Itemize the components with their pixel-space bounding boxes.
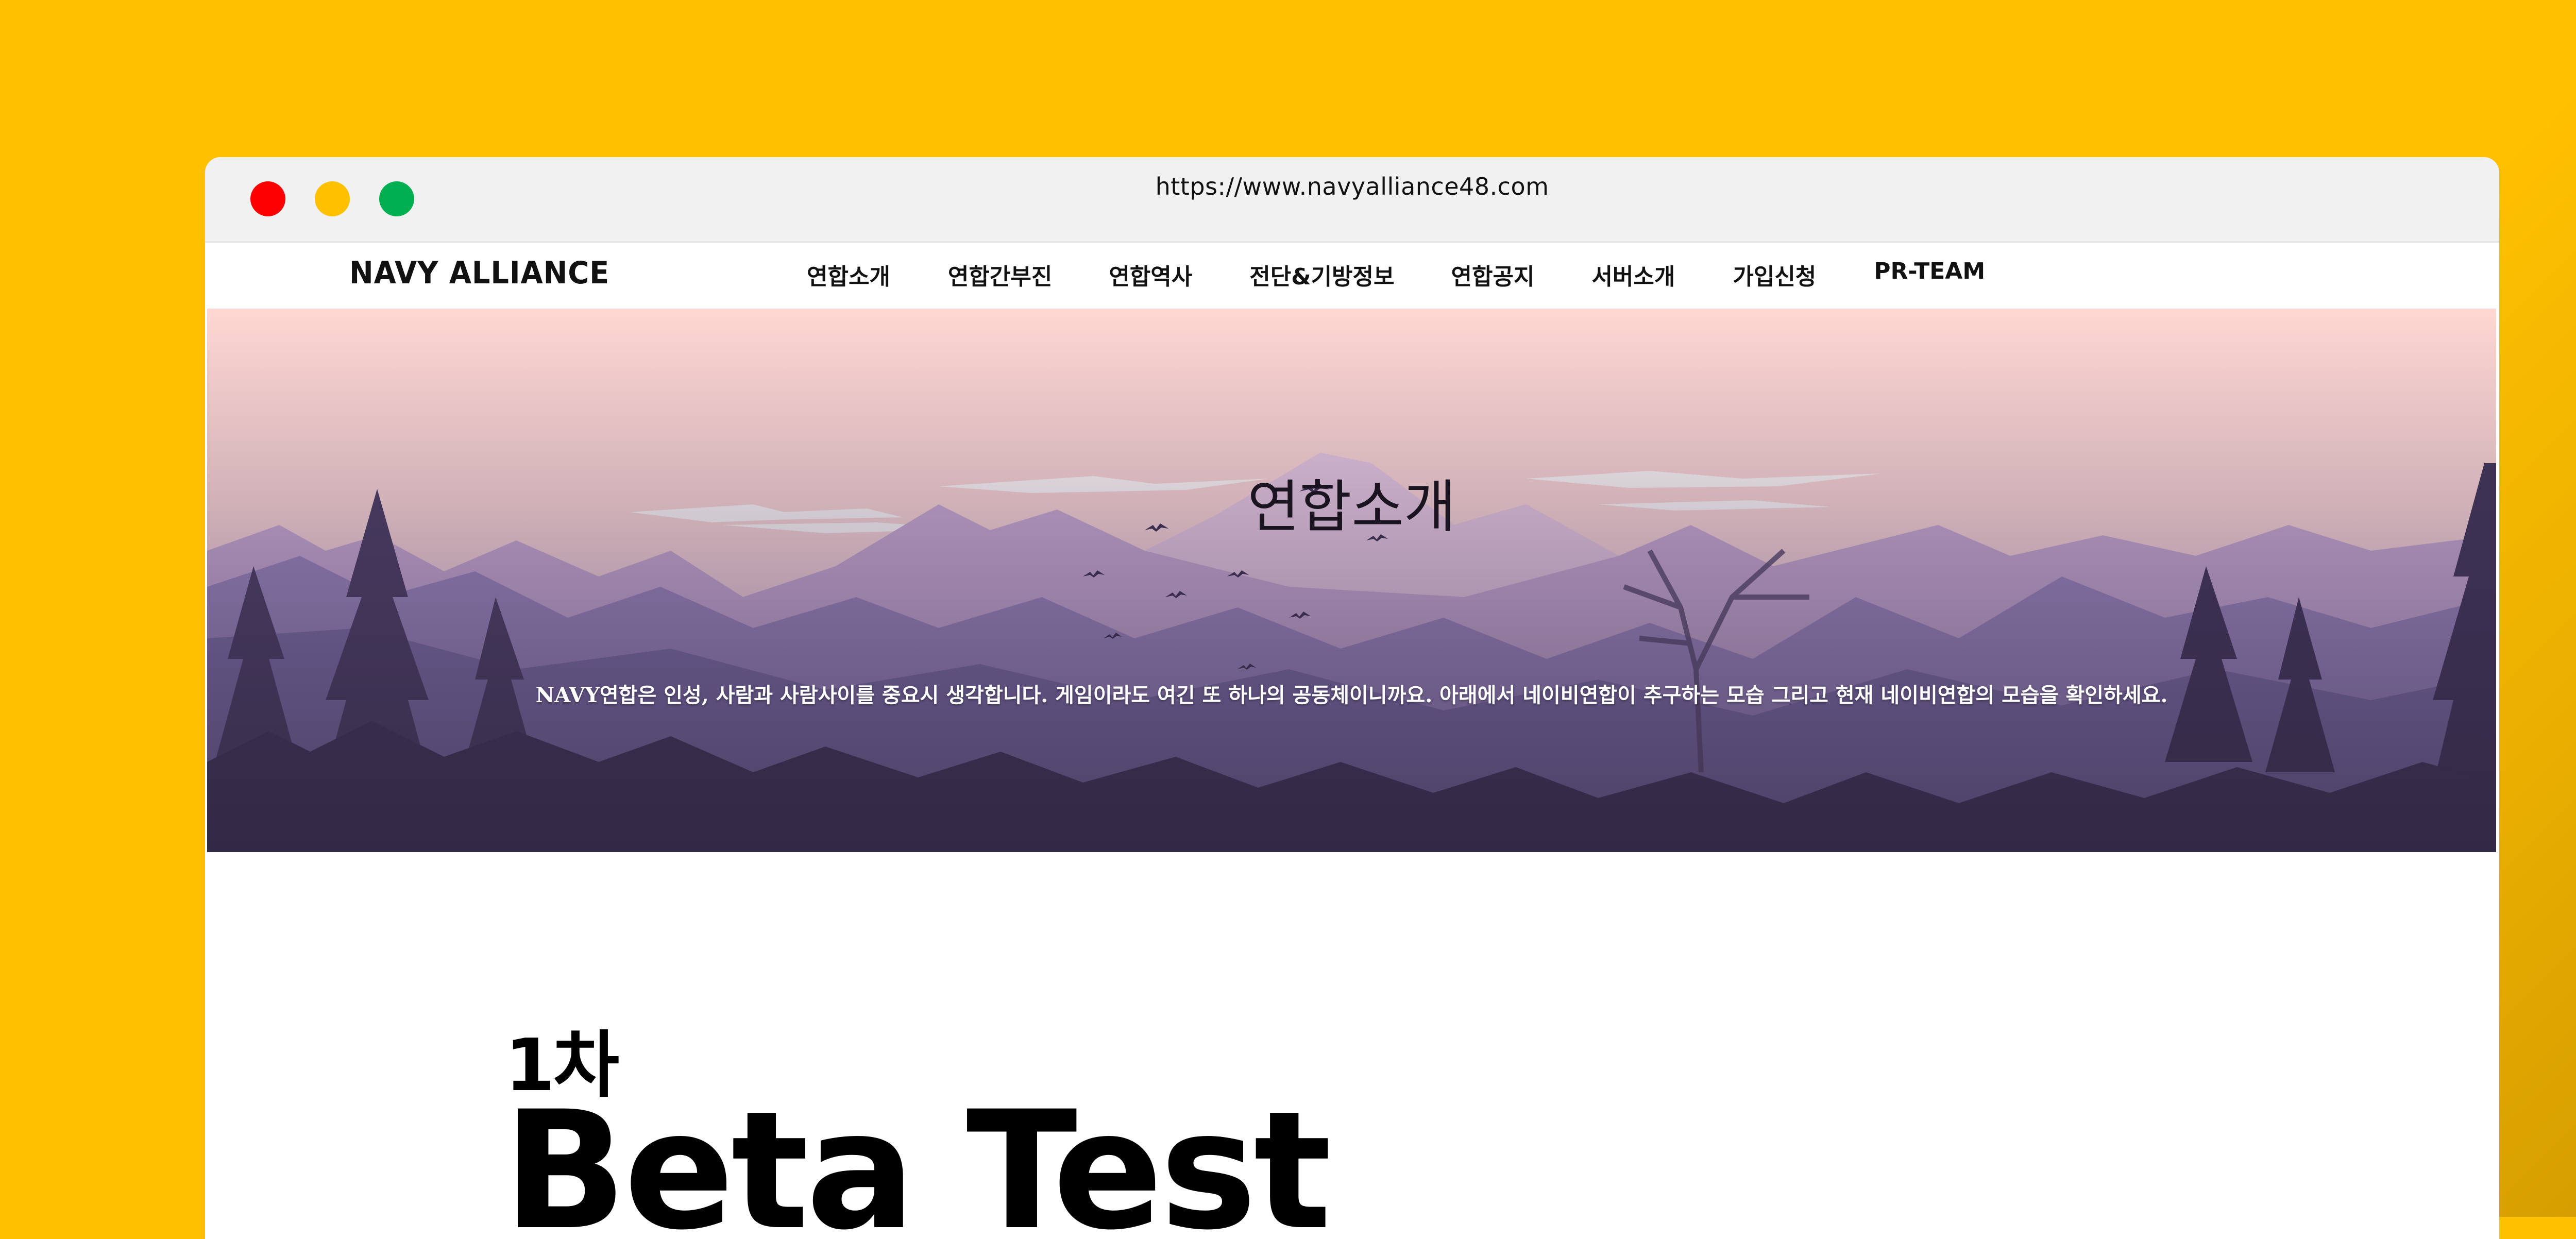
nav-item-history[interactable]: 연합역사 xyxy=(1109,258,1192,291)
main-nav: 연합소개 연합간부진 연합역사 전단&기방정보 연합공지 서버소개 가입신청 P… xyxy=(807,258,1985,291)
nav-item-join[interactable]: 가입신청 xyxy=(1733,258,1816,291)
nav-item-notices[interactable]: 연합공지 xyxy=(1451,258,1535,291)
hero-description: NAVY연합은 인성, 사람과 사람사이를 중요시 생각합니다. 게임이라도 여… xyxy=(535,683,2168,707)
address-bar[interactable]: https://www.navyalliance48.com xyxy=(205,173,2499,200)
hero-banner: 연합소개 NAVY연합은 인성, 사람과 사람사이를 중요시 생각합니다. 게임… xyxy=(207,309,2496,852)
nav-item-pr-team[interactable]: PR-TEAM xyxy=(1874,258,1985,291)
nav-item-staff[interactable]: 연합간부진 xyxy=(948,258,1052,291)
nav-item-server[interactable]: 서버소개 xyxy=(1591,258,1675,291)
nav-item-fleet-info[interactable]: 전단&기방정보 xyxy=(1249,258,1394,291)
browser-titlebar: https://www.navyalliance48.com xyxy=(205,157,2499,243)
browser-window: https://www.navyalliance48.com NAVY ALLI… xyxy=(205,157,2499,1239)
site-header: NAVY ALLIANCE 연합소개 연합간부진 연합역사 전단&기방정보 연합… xyxy=(205,243,2499,309)
mountain-landscape-image xyxy=(207,309,2496,852)
nav-item-intro[interactable]: 연합소개 xyxy=(807,258,890,291)
site-logo[interactable]: NAVY ALLIANCE xyxy=(349,255,609,291)
hero-title: 연합소개 xyxy=(1247,474,1456,540)
